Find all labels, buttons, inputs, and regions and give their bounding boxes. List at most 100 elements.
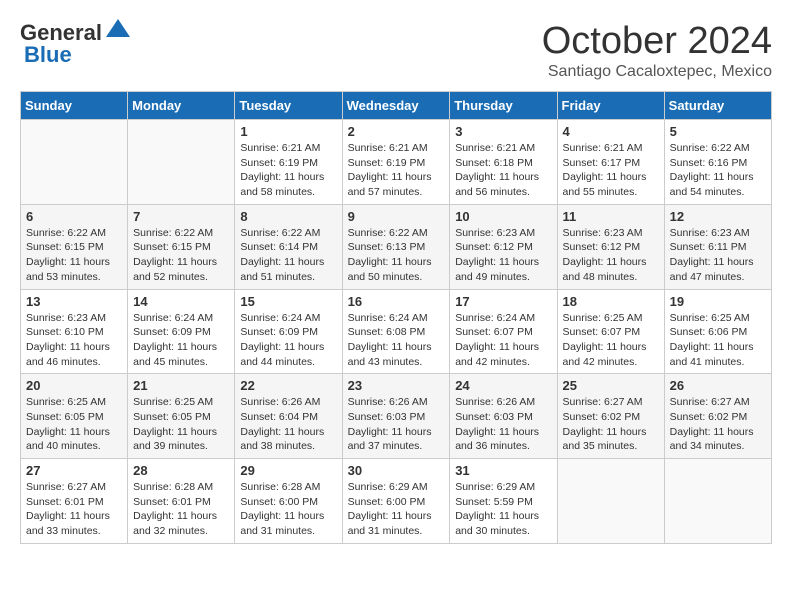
day-number: 7 bbox=[133, 209, 229, 224]
logo-arrow-icon bbox=[104, 17, 132, 45]
calendar-cell bbox=[128, 120, 235, 205]
day-number: 23 bbox=[348, 378, 445, 393]
day-info: Sunrise: 6:22 AM Sunset: 6:14 PM Dayligh… bbox=[240, 226, 336, 285]
day-number: 19 bbox=[670, 294, 766, 309]
day-info: Sunrise: 6:21 AM Sunset: 6:18 PM Dayligh… bbox=[455, 141, 551, 200]
week-row-5: 27 Sunrise: 6:27 AM Sunset: 6:01 PM Dayli… bbox=[21, 459, 772, 544]
day-info: Sunrise: 6:27 AM Sunset: 6:01 PM Dayligh… bbox=[26, 480, 122, 539]
calendar-cell: 2 Sunrise: 6:21 AM Sunset: 6:19 PM Daylig… bbox=[342, 120, 450, 205]
calendar-cell: 25 Sunrise: 6:27 AM Sunset: 6:02 PM Dayli… bbox=[557, 374, 664, 459]
day-number: 18 bbox=[563, 294, 659, 309]
day-number: 8 bbox=[240, 209, 336, 224]
calendar-cell: 6 Sunrise: 6:22 AM Sunset: 6:15 PM Daylig… bbox=[21, 204, 128, 289]
day-info: Sunrise: 6:25 AM Sunset: 6:06 PM Dayligh… bbox=[670, 311, 766, 370]
week-row-3: 13 Sunrise: 6:23 AM Sunset: 6:10 PM Dayli… bbox=[21, 289, 772, 374]
day-number: 27 bbox=[26, 463, 122, 478]
calendar-cell: 29Sunrise: 6:28 AM Sunset: 6:00 PM Dayli… bbox=[235, 459, 342, 544]
logo: General Blue bbox=[20, 20, 132, 68]
day-number: 21 bbox=[133, 378, 229, 393]
day-info: Sunrise: 6:26 AM Sunset: 6:03 PM Dayligh… bbox=[348, 395, 445, 454]
day-number: 26 bbox=[670, 378, 766, 393]
day-number: 28 bbox=[133, 463, 229, 478]
day-info: Sunrise: 6:26 AM Sunset: 6:04 PM Dayligh… bbox=[240, 395, 336, 454]
calendar-cell bbox=[664, 459, 771, 544]
day-header-saturday: Saturday bbox=[664, 92, 771, 120]
calendar-cell: 19 Sunrise: 6:25 AM Sunset: 6:06 PM Dayli… bbox=[664, 289, 771, 374]
calendar-cell: 23 Sunrise: 6:26 AM Sunset: 6:03 PM Dayli… bbox=[342, 374, 450, 459]
day-info: Sunrise: 6:28 AM Sunset: 6:01 PM Dayligh… bbox=[133, 480, 229, 539]
calendar-cell: 12 Sunrise: 6:23 AM Sunset: 6:11 PM Dayli… bbox=[664, 204, 771, 289]
day-header-thursday: Thursday bbox=[450, 92, 557, 120]
day-header-tuesday: Tuesday bbox=[235, 92, 342, 120]
day-number: 31 bbox=[455, 463, 551, 478]
calendar-table: SundayMondayTuesdayWednesdayThursdayFrid… bbox=[20, 91, 772, 544]
calendar-cell bbox=[21, 120, 128, 205]
title-block: October 2024 Santiago Cacaloxtepec, Mexi… bbox=[542, 20, 772, 81]
calendar-cell: 14 Sunrise: 6:24 AM Sunset: 6:09 PM Dayli… bbox=[128, 289, 235, 374]
day-info: Sunrise: 6:26 AM Sunset: 6:03 PM Dayligh… bbox=[455, 395, 551, 454]
day-info: Sunrise: 6:23 AM Sunset: 6:12 PM Dayligh… bbox=[563, 226, 659, 285]
calendar-cell: 16Sunrise: 6:24 AM Sunset: 6:08 PM Dayli… bbox=[342, 289, 450, 374]
day-number: 9 bbox=[348, 209, 445, 224]
day-number: 4 bbox=[563, 124, 659, 139]
week-row-2: 6 Sunrise: 6:22 AM Sunset: 6:15 PM Daylig… bbox=[21, 204, 772, 289]
day-info: Sunrise: 6:24 AM Sunset: 6:09 PM Dayligh… bbox=[133, 311, 229, 370]
day-info: Sunrise: 6:24 AM Sunset: 6:07 PM Dayligh… bbox=[455, 311, 551, 370]
day-info: Sunrise: 6:24 AM Sunset: 6:09 PM Dayligh… bbox=[240, 311, 336, 370]
calendar-cell: 15 Sunrise: 6:24 AM Sunset: 6:09 PM Dayli… bbox=[235, 289, 342, 374]
calendar-cell: 26Sunrise: 6:27 AM Sunset: 6:02 PM Dayli… bbox=[664, 374, 771, 459]
day-number: 17 bbox=[455, 294, 551, 309]
day-number: 13 bbox=[26, 294, 122, 309]
day-info: Sunrise: 6:27 AM Sunset: 6:02 PM Dayligh… bbox=[563, 395, 659, 454]
calendar-cell bbox=[557, 459, 664, 544]
calendar-cell: 20 Sunrise: 6:25 AM Sunset: 6:05 PM Dayli… bbox=[21, 374, 128, 459]
day-info: Sunrise: 6:25 AM Sunset: 6:05 PM Dayligh… bbox=[26, 395, 122, 454]
day-info: Sunrise: 6:24 AM Sunset: 6:08 PM Dayligh… bbox=[348, 311, 445, 370]
calendar-cell: 7Sunrise: 6:22 AM Sunset: 6:15 PM Daylig… bbox=[128, 204, 235, 289]
day-number: 14 bbox=[133, 294, 229, 309]
day-number: 11 bbox=[563, 209, 659, 224]
day-number: 3 bbox=[455, 124, 551, 139]
day-info: Sunrise: 6:28 AM Sunset: 6:00 PM Dayligh… bbox=[240, 480, 336, 539]
day-number: 24 bbox=[455, 378, 551, 393]
day-number: 12 bbox=[670, 209, 766, 224]
day-header-friday: Friday bbox=[557, 92, 664, 120]
day-info: Sunrise: 6:23 AM Sunset: 6:11 PM Dayligh… bbox=[670, 226, 766, 285]
page-header: General Blue October 2024 Santiago Cacal… bbox=[20, 20, 772, 81]
day-info: Sunrise: 6:22 AM Sunset: 6:13 PM Dayligh… bbox=[348, 226, 445, 285]
day-info: Sunrise: 6:29 AM Sunset: 5:59 PM Dayligh… bbox=[455, 480, 551, 539]
day-info: Sunrise: 6:29 AM Sunset: 6:00 PM Dayligh… bbox=[348, 480, 445, 539]
day-number: 2 bbox=[348, 124, 445, 139]
calendar-cell: 13 Sunrise: 6:23 AM Sunset: 6:10 PM Dayli… bbox=[21, 289, 128, 374]
calendar-cell: 31 Sunrise: 6:29 AM Sunset: 5:59 PM Dayli… bbox=[450, 459, 557, 544]
calendar-cell: 1Sunrise: 6:21 AM Sunset: 6:19 PM Daylig… bbox=[235, 120, 342, 205]
calendar-cell: 5 Sunrise: 6:22 AM Sunset: 6:16 PM Daylig… bbox=[664, 120, 771, 205]
day-number: 20 bbox=[26, 378, 122, 393]
day-number: 15 bbox=[240, 294, 336, 309]
calendar-cell: 3 Sunrise: 6:21 AM Sunset: 6:18 PM Daylig… bbox=[450, 120, 557, 205]
day-number: 22 bbox=[240, 378, 336, 393]
calendar-cell: 11 Sunrise: 6:23 AM Sunset: 6:12 PM Dayli… bbox=[557, 204, 664, 289]
day-number: 6 bbox=[26, 209, 122, 224]
day-number: 25 bbox=[563, 378, 659, 393]
calendar-cell: 28 Sunrise: 6:28 AM Sunset: 6:01 PM Dayli… bbox=[128, 459, 235, 544]
calendar-cell: 21Sunrise: 6:25 AM Sunset: 6:05 PM Dayli… bbox=[128, 374, 235, 459]
calendar-cell: 4Sunrise: 6:21 AM Sunset: 6:17 PM Daylig… bbox=[557, 120, 664, 205]
day-info: Sunrise: 6:23 AM Sunset: 6:10 PM Dayligh… bbox=[26, 311, 122, 370]
day-number: 5 bbox=[670, 124, 766, 139]
day-info: Sunrise: 6:23 AM Sunset: 6:12 PM Dayligh… bbox=[455, 226, 551, 285]
week-row-4: 20 Sunrise: 6:25 AM Sunset: 6:05 PM Dayli… bbox=[21, 374, 772, 459]
calendar-cell: 17 Sunrise: 6:24 AM Sunset: 6:07 PM Dayli… bbox=[450, 289, 557, 374]
day-header-sunday: Sunday bbox=[21, 92, 128, 120]
location-title: Santiago Cacaloxtepec, Mexico bbox=[542, 63, 772, 81]
day-info: Sunrise: 6:21 AM Sunset: 6:19 PM Dayligh… bbox=[348, 141, 445, 200]
calendar-cell: 27 Sunrise: 6:27 AM Sunset: 6:01 PM Dayli… bbox=[21, 459, 128, 544]
day-info: Sunrise: 6:21 AM Sunset: 6:19 PM Dayligh… bbox=[240, 141, 336, 200]
week-row-1: 1Sunrise: 6:21 AM Sunset: 6:19 PM Daylig… bbox=[21, 120, 772, 205]
day-info: Sunrise: 6:25 AM Sunset: 6:07 PM Dayligh… bbox=[563, 311, 659, 370]
day-info: Sunrise: 6:22 AM Sunset: 6:15 PM Dayligh… bbox=[26, 226, 122, 285]
month-title: October 2024 bbox=[542, 20, 772, 63]
calendar-cell: 22 Sunrise: 6:26 AM Sunset: 6:04 PM Dayli… bbox=[235, 374, 342, 459]
day-info: Sunrise: 6:22 AM Sunset: 6:16 PM Dayligh… bbox=[670, 141, 766, 200]
calendar-cell: 30Sunrise: 6:29 AM Sunset: 6:00 PM Dayli… bbox=[342, 459, 450, 544]
